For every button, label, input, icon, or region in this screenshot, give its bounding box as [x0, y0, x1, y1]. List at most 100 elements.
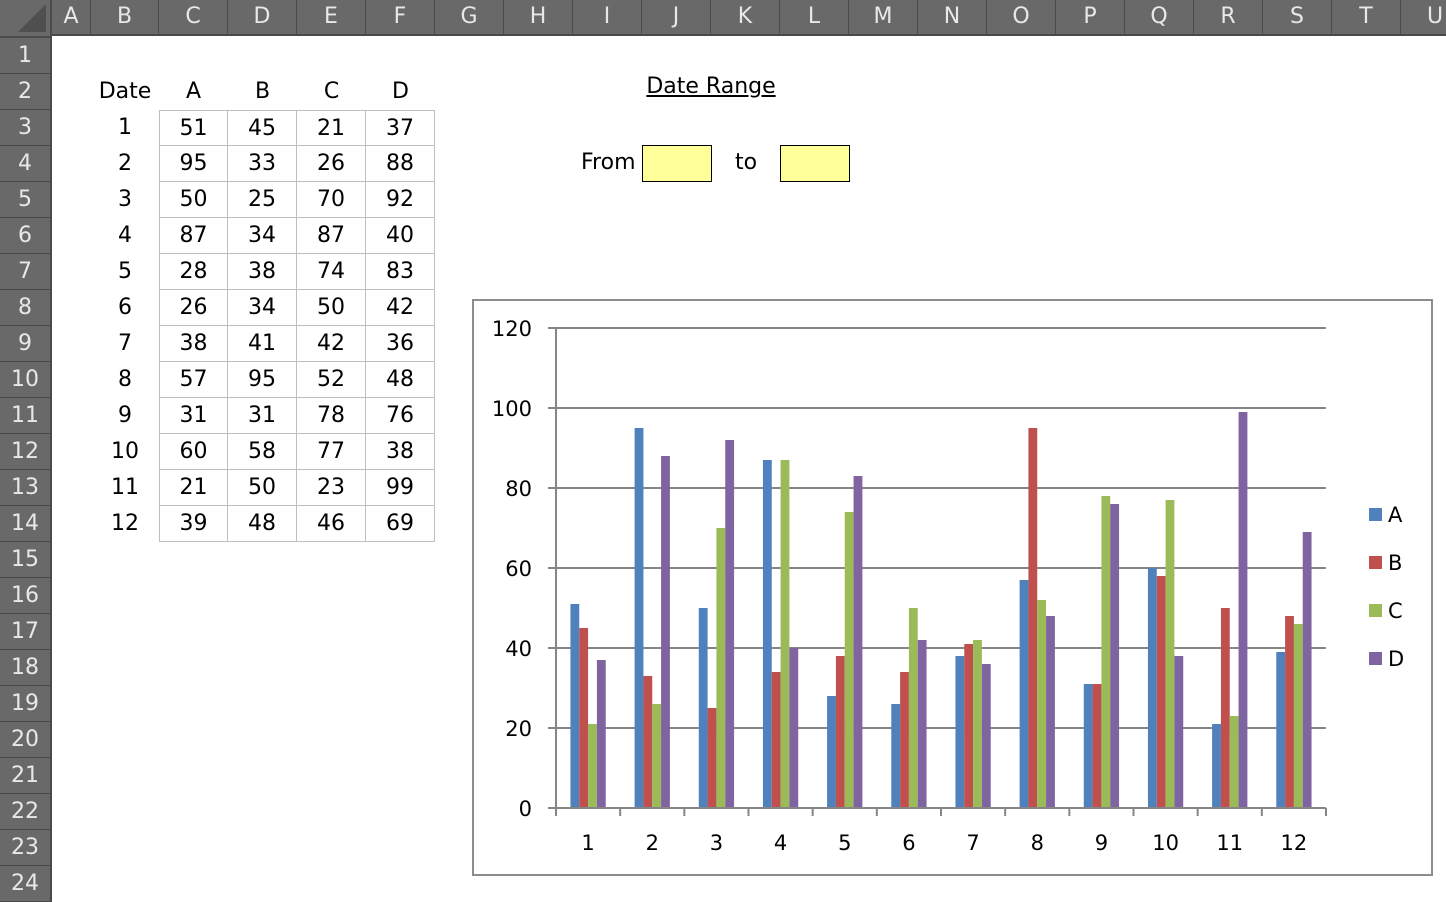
row-header-21[interactable]: 21	[0, 758, 52, 794]
value-cell[interactable]: 33	[228, 146, 297, 182]
row-header-13[interactable]: 13	[0, 470, 52, 506]
date-cell[interactable]: 12	[91, 506, 159, 542]
value-cell[interactable]: 50	[228, 470, 297, 506]
value-cell[interactable]: 88	[366, 146, 435, 182]
column-header-m[interactable]: M	[849, 0, 918, 36]
row-header-2[interactable]: 2	[0, 74, 52, 110]
row-header-12[interactable]: 12	[0, 434, 52, 470]
value-cell[interactable]: 23	[297, 470, 366, 506]
value-cell[interactable]: 38	[159, 326, 228, 362]
value-cell[interactable]: 21	[297, 110, 366, 146]
row-header-17[interactable]: 17	[0, 614, 52, 650]
value-cell[interactable]: 92	[366, 182, 435, 218]
value-cell[interactable]: 26	[159, 290, 228, 326]
value-cell[interactable]: 95	[159, 146, 228, 182]
table-header-d[interactable]: D	[366, 74, 435, 110]
value-cell[interactable]: 31	[159, 398, 228, 434]
value-cell[interactable]: 25	[228, 182, 297, 218]
row-header-7[interactable]: 7	[0, 254, 52, 290]
column-header-e[interactable]: E	[297, 0, 366, 36]
row-header-5[interactable]: 5	[0, 182, 52, 218]
column-header-d[interactable]: D	[228, 0, 297, 36]
date-cell[interactable]: 1	[91, 110, 159, 146]
value-cell[interactable]: 58	[228, 434, 297, 470]
date-cell[interactable]: 4	[91, 218, 159, 254]
value-cell[interactable]: 41	[228, 326, 297, 362]
value-cell[interactable]: 76	[366, 398, 435, 434]
value-cell[interactable]: 26	[297, 146, 366, 182]
row-header-14[interactable]: 14	[0, 506, 52, 542]
row-header-16[interactable]: 16	[0, 578, 52, 614]
row-header-9[interactable]: 9	[0, 326, 52, 362]
column-header-t[interactable]: T	[1332, 0, 1401, 36]
value-cell[interactable]: 31	[228, 398, 297, 434]
from-date-input[interactable]	[642, 145, 712, 182]
row-header-4[interactable]: 4	[0, 146, 52, 182]
value-cell[interactable]: 52	[297, 362, 366, 398]
column-header-h[interactable]: H	[504, 0, 573, 36]
column-header-k[interactable]: K	[711, 0, 780, 36]
table-header-c[interactable]: C	[297, 74, 366, 110]
value-cell[interactable]: 60	[159, 434, 228, 470]
date-cell[interactable]: 2	[91, 146, 159, 182]
row-header-6[interactable]: 6	[0, 218, 52, 254]
date-cell[interactable]: 8	[91, 362, 159, 398]
value-cell[interactable]: 42	[366, 290, 435, 326]
value-cell[interactable]: 78	[297, 398, 366, 434]
column-header-a[interactable]: A	[52, 0, 91, 36]
column-header-p[interactable]: P	[1056, 0, 1125, 36]
value-cell[interactable]: 57	[159, 362, 228, 398]
row-header-1[interactable]: 1	[0, 38, 52, 74]
row-header-23[interactable]: 23	[0, 830, 52, 866]
column-chart[interactable]: 0 20 40 60 80 100 120 1 2 3 4 5 6 7 8 9 10 11 12 A B C D	[472, 299, 1433, 876]
row-header-15[interactable]: 15	[0, 542, 52, 578]
column-header-s[interactable]: S	[1263, 0, 1332, 36]
value-cell[interactable]: 45	[228, 110, 297, 146]
column-header-i[interactable]: I	[573, 0, 642, 36]
value-cell[interactable]: 38	[228, 254, 297, 290]
column-header-l[interactable]: L	[780, 0, 849, 36]
value-cell[interactable]: 21	[159, 470, 228, 506]
column-header-c[interactable]: C	[159, 0, 228, 36]
row-header-18[interactable]: 18	[0, 650, 52, 686]
row-header-3[interactable]: 3	[0, 110, 52, 146]
date-cell[interactable]: 6	[91, 290, 159, 326]
table-header-b[interactable]: B	[228, 74, 297, 110]
value-cell[interactable]: 77	[297, 434, 366, 470]
row-header-22[interactable]: 22	[0, 794, 52, 830]
value-cell[interactable]: 39	[159, 506, 228, 542]
value-cell[interactable]: 28	[159, 254, 228, 290]
value-cell[interactable]: 51	[159, 110, 228, 146]
column-header-o[interactable]: O	[987, 0, 1056, 36]
value-cell[interactable]: 34	[228, 218, 297, 254]
date-cell[interactable]: 7	[91, 326, 159, 362]
value-cell[interactable]: 48	[366, 362, 435, 398]
column-header-n[interactable]: N	[918, 0, 987, 36]
value-cell[interactable]: 50	[159, 182, 228, 218]
select-all-corner[interactable]	[0, 0, 52, 38]
value-cell[interactable]: 42	[297, 326, 366, 362]
value-cell[interactable]: 46	[297, 506, 366, 542]
column-header-r[interactable]: R	[1194, 0, 1263, 36]
row-header-8[interactable]: 8	[0, 290, 52, 326]
value-cell[interactable]: 74	[297, 254, 366, 290]
column-header-f[interactable]: F	[366, 0, 435, 36]
value-cell[interactable]: 70	[297, 182, 366, 218]
value-cell[interactable]: 87	[159, 218, 228, 254]
column-header-q[interactable]: Q	[1125, 0, 1194, 36]
table-header-date[interactable]: Date	[91, 74, 159, 110]
value-cell[interactable]: 99	[366, 470, 435, 506]
value-cell[interactable]: 34	[228, 290, 297, 326]
value-cell[interactable]: 69	[366, 506, 435, 542]
row-header-19[interactable]: 19	[0, 686, 52, 722]
row-header-20[interactable]: 20	[0, 722, 52, 758]
column-header-b[interactable]: B	[91, 0, 159, 36]
value-cell[interactable]: 38	[366, 434, 435, 470]
value-cell[interactable]: 40	[366, 218, 435, 254]
value-cell[interactable]: 95	[228, 362, 297, 398]
column-header-u[interactable]: U	[1401, 0, 1446, 36]
value-cell[interactable]: 37	[366, 110, 435, 146]
column-header-g[interactable]: G	[435, 0, 504, 36]
table-header-a[interactable]: A	[159, 74, 228, 110]
date-cell[interactable]: 5	[91, 254, 159, 290]
